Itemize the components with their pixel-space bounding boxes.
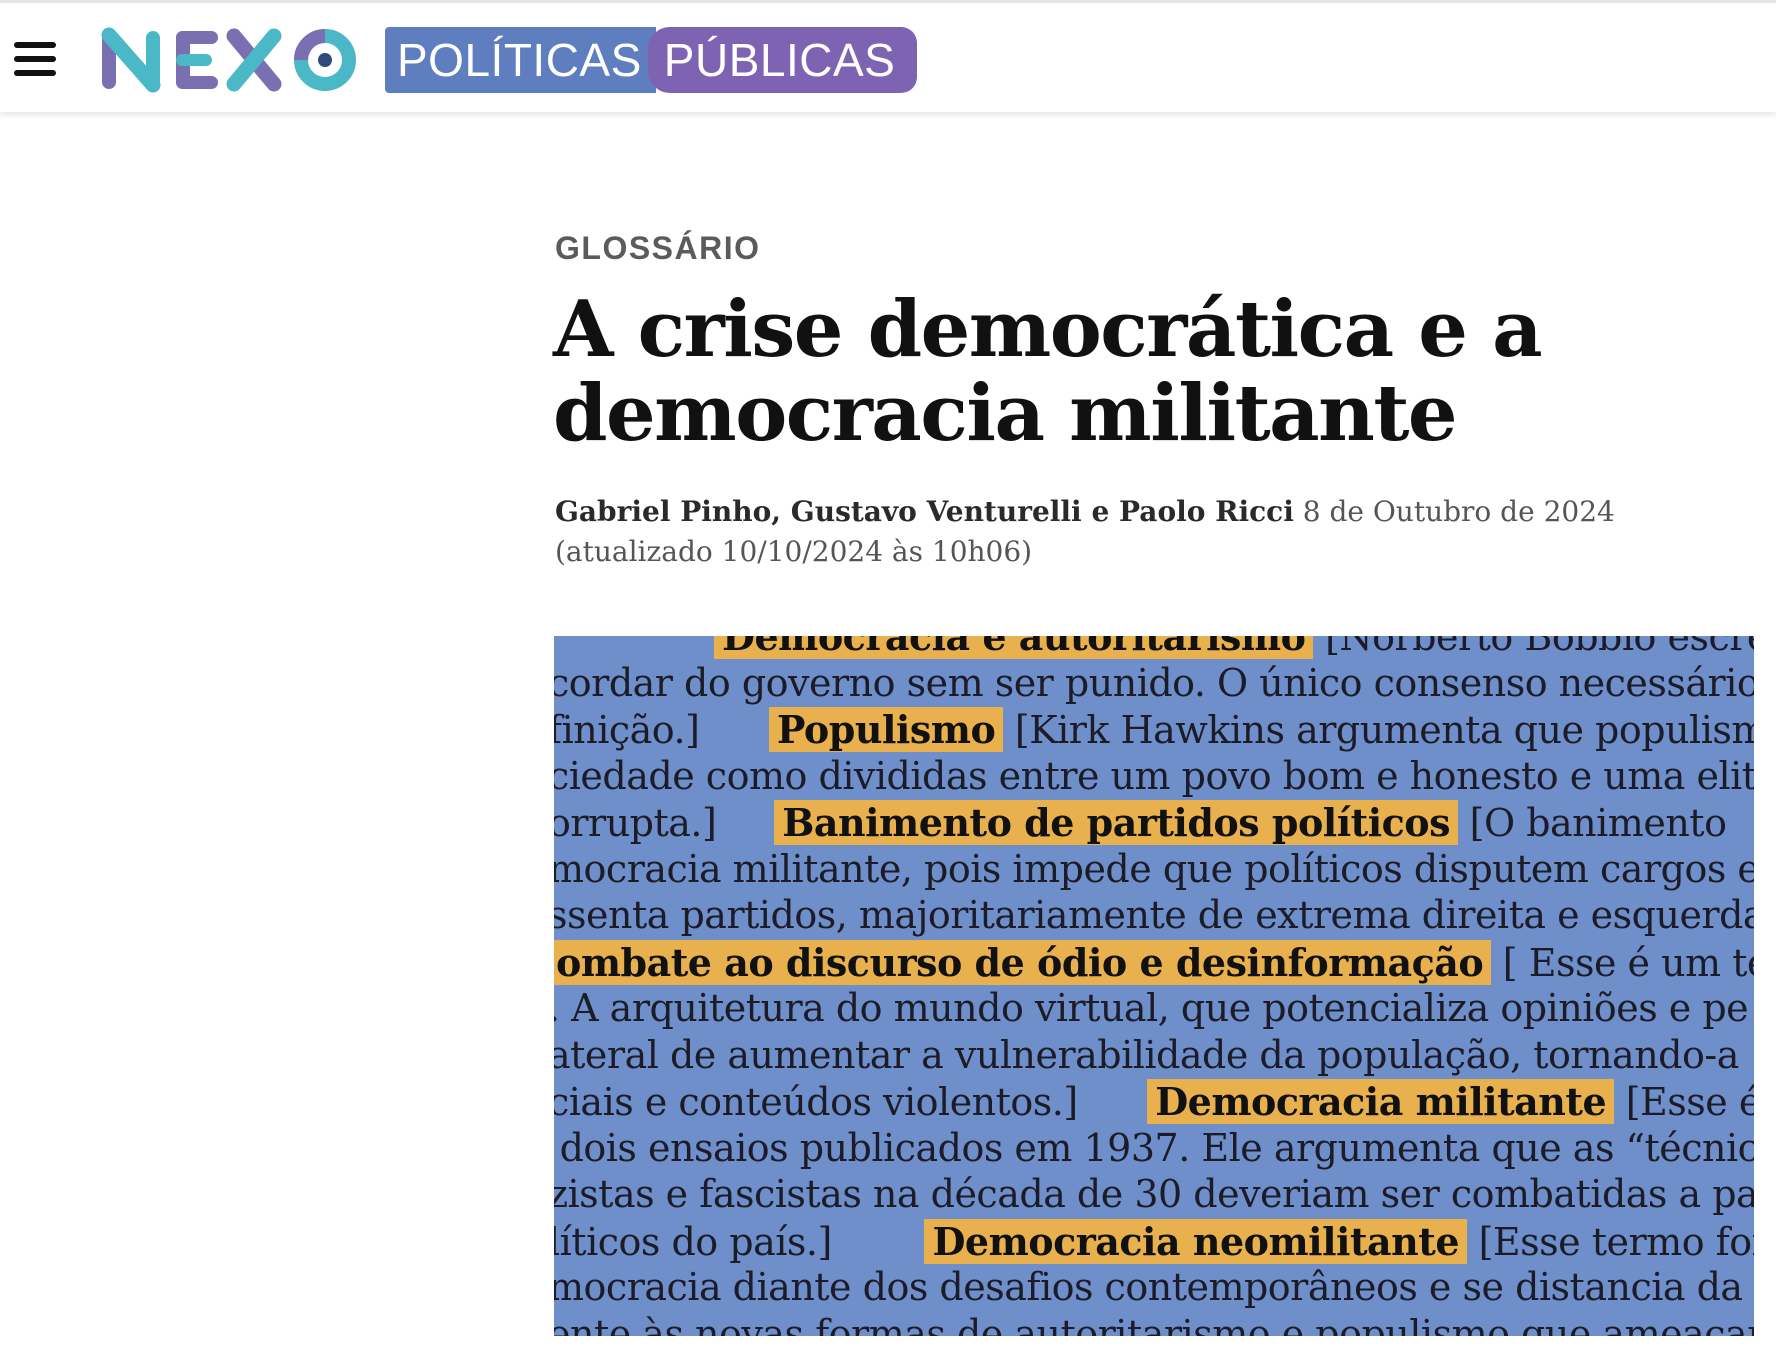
hero-text-line: mocracia militante, pois impede que polí… (554, 847, 1754, 891)
hero-text: [ Esse é um tem (1502, 940, 1754, 985)
hero-text-line: mocracia diante dos desafios contemporân… (554, 1265, 1754, 1309)
hero-text: finição.] (554, 708, 769, 752)
hero-highlight-term: Populismo (768, 707, 1004, 752)
hero-text-line: ente às novas formas de autoritarismo e … (554, 1312, 1754, 1337)
hero-text: [Esse termo foi (1467, 1219, 1754, 1264)
hero-text: cordar do governo sem ser punido. O únic… (554, 660, 1754, 705)
hero-text-line: ssenta partidos, majoritariamente de ext… (554, 893, 1754, 937)
hero-highlight-term: Democracia neomilitante (924, 1218, 1468, 1264)
article-kicker[interactable]: GLOSSÁRIO (555, 230, 761, 267)
politicas-publicas-badge[interactable]: POLÍTICAS PÚBLICAS (385, 27, 918, 93)
nexo-logo[interactable] (100, 27, 368, 93)
hamburger-menu-icon[interactable] (12, 39, 56, 79)
hero-text-line: Democracia e autoritarismo [Norberto Bob… (714, 636, 1754, 659)
hero-text-line: orrupta.] Banimento de partidos político… (554, 800, 1727, 845)
hero-text: [O banimento (1458, 801, 1727, 845)
hero-text-line: ombate ao discurso de ódio e desinformaç… (554, 939, 1754, 985)
hero-text: ente às novas formas de autoritarismo e … (554, 1311, 1754, 1337)
hero-text-line: líticos do país.] Democracia neomilitant… (554, 1218, 1754, 1264)
badge-label-politicas: POLÍTICAS (385, 27, 656, 93)
hero-text: ateral de aumentar a vulnerabilidade da … (554, 1032, 1739, 1077)
hero-highlight-term: Democracia e autoritarismo (714, 636, 1314, 659)
hero-text-line: zistas e fascistas na década de 30 dever… (554, 1172, 1754, 1216)
hero-highlight-term: Democracia militante (1147, 1079, 1615, 1124)
hero-text: líticos do país.] (554, 1219, 925, 1264)
hero-highlight-term: Banimento de partidos políticos (774, 800, 1459, 845)
hero-text: ciedade como divididas entre um povo bom… (554, 753, 1754, 798)
hero-text: . A arquitetura do mundo virtual, que po… (554, 986, 1749, 1030)
hero-text-line: finição.] Populismo [Kirk Hawkins argume… (554, 707, 1754, 752)
hero-text: [Esse é (1614, 1080, 1754, 1124)
hero-text: mocracia diante dos desafios contemporân… (554, 1265, 1754, 1309)
hero-text-line: cordar do governo sem ser punido. O únic… (554, 661, 1754, 705)
article-title: A crise democrática e a democracia milit… (553, 288, 1733, 456)
hero-text: ssenta partidos, majoritariamente de ext… (554, 893, 1754, 937)
hero-text: ciais e conteúdos violentos.] (554, 1080, 1148, 1124)
title-line-1: A crise democrática e a (553, 284, 1543, 375)
badge-label-publicas: PÚBLICAS (647, 27, 918, 93)
hero-text: mocracia militante, pois impede que polí… (554, 846, 1754, 891)
article-byline: Gabriel Pinho, Gustavo Venturelli e Paol… (555, 492, 1735, 572)
hero-text-line: . A arquitetura do mundo virtual, que po… (554, 986, 1749, 1030)
article-authors[interactable]: Gabriel Pinho, Gustavo Venturelli e Paol… (555, 495, 1294, 528)
hero-image: Democracia e autoritarismo [Norberto Bob… (554, 636, 1754, 1336)
site-header: POLÍTICAS PÚBLICAS (0, 0, 1776, 112)
hero-text: zistas e fascistas na década de 30 dever… (554, 1172, 1754, 1216)
hero-highlight-term: ombate ao discurso de ódio e desinformaç… (554, 939, 1492, 985)
hero-text-line: ciais e conteúdos violentos.] Democracia… (554, 1079, 1754, 1124)
hero-text: [Norberto Bobbio escre (1313, 636, 1754, 659)
hero-text-line: ateral de aumentar a vulnerabilidade da … (554, 1033, 1739, 1077)
title-line-2: democracia militante (553, 368, 1458, 459)
hero-text-line: dois ensaios publicados em 1937. Ele arg… (554, 1126, 1754, 1170)
hero-text: [Kirk Hawkins argumenta que populism (1003, 708, 1754, 752)
hero-text: dois ensaios publicados em 1937. Ele arg… (554, 1125, 1754, 1170)
hero-text: orrupta.] (554, 801, 775, 845)
hero-text-line: ciedade como divididas entre um povo bom… (554, 754, 1754, 798)
